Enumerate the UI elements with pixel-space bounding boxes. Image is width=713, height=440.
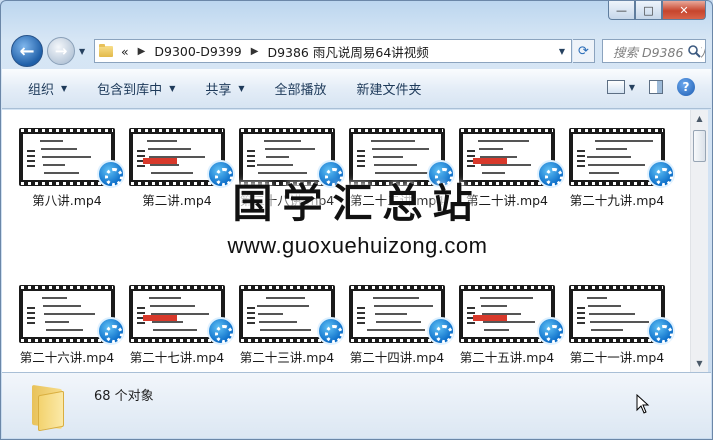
file-item[interactable]: 第二十二讲.mp4 <box>349 128 459 208</box>
file-item[interactable]: 第二十八讲.mp4 <box>239 128 349 208</box>
file-item[interactable]: 第二十九讲.mp4 <box>569 128 679 208</box>
file-name: 第八讲.mp4 <box>32 193 102 208</box>
preview-pane-icon[interactable] <box>649 80 663 94</box>
breadcrumb-overflow[interactable]: « <box>121 44 129 59</box>
address-bar[interactable]: « ▶ D9300-D9399 ▶ D9386 雨凡说周易64讲视频 ▼ <box>94 39 572 63</box>
video-file-icon <box>427 317 455 345</box>
video-file-icon <box>97 317 125 345</box>
explorer-window: — □ ✕ ← → ▼ « ▶ D9300-D9399 ▶ D9386 雨凡说周… <box>0 0 713 440</box>
video-file-icon <box>317 317 345 345</box>
file-name: 第二十四讲.mp4 <box>349 350 445 365</box>
vertical-scrollbar[interactable]: ▲ ▼ <box>690 110 708 372</box>
file-name: 第二十七讲.mp4 <box>129 350 225 365</box>
file-item[interactable]: 第八讲.mp4 <box>19 128 129 208</box>
file-name: 第二十八讲.mp4 <box>239 193 335 208</box>
scrollbar-thumb[interactable] <box>693 130 706 162</box>
refresh-button[interactable]: ⟳ <box>573 39 595 63</box>
chevron-down-icon: ▼ <box>61 84 68 93</box>
organize-label: 组织 <box>28 83 55 98</box>
chevron-down-icon: ▼ <box>558 46 566 56</box>
chevron-down-icon: ▼ <box>79 47 86 56</box>
file-list: 第八讲.mp4 第二讲.mp4 第二十八讲.mp4 第二十二讲.mp4 第二十讲.mp4… <box>2 110 690 372</box>
new-folder-label: 新建文件夹 <box>356 83 422 98</box>
file-item[interactable]: 第二十一讲.mp4 <box>569 285 679 365</box>
file-item[interactable]: 第二讲.mp4 <box>129 128 239 208</box>
breadcrumb-item-d9300[interactable]: D9300-D9399 <box>154 44 241 59</box>
maximize-button[interactable]: □ <box>635 1 662 20</box>
search-input[interactable]: 搜索 D9386 雨凡说周易64讲视频 <box>602 39 706 63</box>
recent-pages-dropdown[interactable]: ▼ <box>79 47 85 56</box>
file-name: 第二十二讲.mp4 <box>349 193 445 208</box>
item-count: 68 个对象 <box>94 389 154 404</box>
video-file-icon <box>647 317 675 345</box>
breadcrumb-separator[interactable]: ▶ <box>251 46 259 57</box>
command-bar: 组织 ▼ 包含到库中 ▼ 共享 ▼ 全部播放 新建文件夹 ▼ ? <box>2 69 711 109</box>
video-file-icon <box>317 160 345 188</box>
folder-icon <box>28 384 68 432</box>
file-item[interactable]: 第二十六讲.mp4 <box>19 285 129 365</box>
video-file-icon <box>207 160 235 188</box>
file-name: 第二十讲.mp4 <box>465 193 549 208</box>
scroll-down-arrow-icon[interactable]: ▼ <box>691 355 708 372</box>
minimize-button[interactable]: — <box>608 1 635 20</box>
video-file-icon <box>537 160 565 188</box>
share-label: 共享 <box>205 83 232 98</box>
back-button[interactable]: ← <box>11 35 43 67</box>
forward-arrow-icon: → <box>54 42 68 60</box>
chevron-down-icon: ▼ <box>238 84 245 93</box>
video-file-icon <box>537 317 565 345</box>
forward-button[interactable]: → <box>47 37 75 65</box>
new-folder-button[interactable]: 新建文件夹 <box>357 79 422 98</box>
file-item[interactable]: 第二十三讲.mp4 <box>239 285 349 365</box>
file-name: 第二十五讲.mp4 <box>459 350 555 365</box>
file-name: 第二讲.mp4 <box>142 193 212 208</box>
video-file-icon <box>207 317 235 345</box>
include-in-library-label: 包含到库中 <box>97 83 163 98</box>
address-dropdown[interactable]: ▼ <box>553 47 571 56</box>
breadcrumb-item-current[interactable]: D9386 雨凡说周易64讲视频 <box>267 42 428 61</box>
file-item[interactable]: 第二十四讲.mp4 <box>349 285 459 365</box>
video-file-icon <box>97 160 125 188</box>
file-name: 第二十一讲.mp4 <box>569 350 665 365</box>
organize-menu[interactable]: 组织 ▼ <box>28 79 67 98</box>
file-name: 第二十三讲.mp4 <box>239 350 335 365</box>
file-item[interactable]: 第二十讲.mp4 <box>459 128 569 208</box>
file-item[interactable]: 第二十七讲.mp4 <box>129 285 239 365</box>
details-pane: 68 个对象 <box>2 372 711 438</box>
view-controls: ▼ ? <box>606 78 695 96</box>
play-all-label: 全部播放 <box>274 83 327 98</box>
change-view-icon[interactable] <box>606 80 625 94</box>
mouse-cursor-icon <box>636 394 650 414</box>
search-icon <box>687 44 701 58</box>
file-name: 第二十九讲.mp4 <box>569 193 665 208</box>
video-file-icon <box>647 160 675 188</box>
include-in-library-menu[interactable]: 包含到库中 ▼ <box>97 79 175 98</box>
video-file-icon <box>427 160 455 188</box>
chevron-down-icon: ▼ <box>169 84 176 93</box>
scroll-up-arrow-icon[interactable]: ▲ <box>691 110 708 127</box>
play-all-button[interactable]: 全部播放 <box>275 79 327 98</box>
breadcrumb-separator[interactable]: ▶ <box>138 46 146 57</box>
caption-buttons: — □ ✕ <box>608 1 706 20</box>
file-item[interactable]: 第二十五讲.mp4 <box>459 285 569 365</box>
folder-icon <box>99 43 113 57</box>
refresh-icon: ⟳ <box>578 43 589 59</box>
help-icon[interactable]: ? <box>677 78 695 96</box>
back-arrow-icon: ← <box>19 40 35 62</box>
share-menu[interactable]: 共享 ▼ <box>205 79 244 98</box>
file-name: 第二十六讲.mp4 <box>19 350 115 365</box>
close-button[interactable]: ✕ <box>662 1 706 20</box>
chevron-down-icon[interactable]: ▼ <box>629 83 635 92</box>
